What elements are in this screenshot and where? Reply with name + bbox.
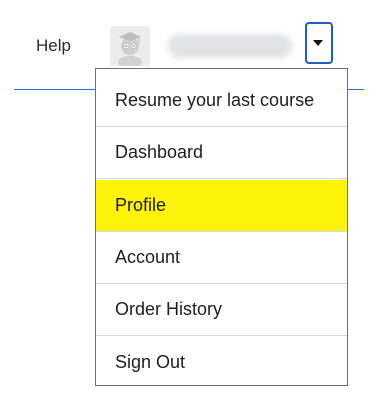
username-redacted[interactable]: ███ ██████ <box>168 34 292 58</box>
caret-down-icon <box>313 40 323 46</box>
menu-item-resume-course[interactable]: Resume your last course <box>96 75 347 127</box>
menu-item-account[interactable]: Account <box>96 232 347 284</box>
menu-item-dashboard[interactable]: Dashboard <box>96 127 347 179</box>
menu-item-order-history[interactable]: Order History <box>96 284 347 336</box>
user-dropdown-menu: Resume your last course Dashboard Profil… <box>95 68 348 386</box>
user-menu-toggle-button[interactable] <box>305 22 333 64</box>
menu-item-profile[interactable]: Profile <box>96 180 347 232</box>
user-avatar-icon[interactable] <box>110 26 150 66</box>
menu-item-sign-out[interactable]: Sign Out <box>96 336 347 388</box>
page: Help ███ ██████ Resume your last course … <box>0 0 378 407</box>
help-link[interactable]: Help <box>36 36 71 56</box>
